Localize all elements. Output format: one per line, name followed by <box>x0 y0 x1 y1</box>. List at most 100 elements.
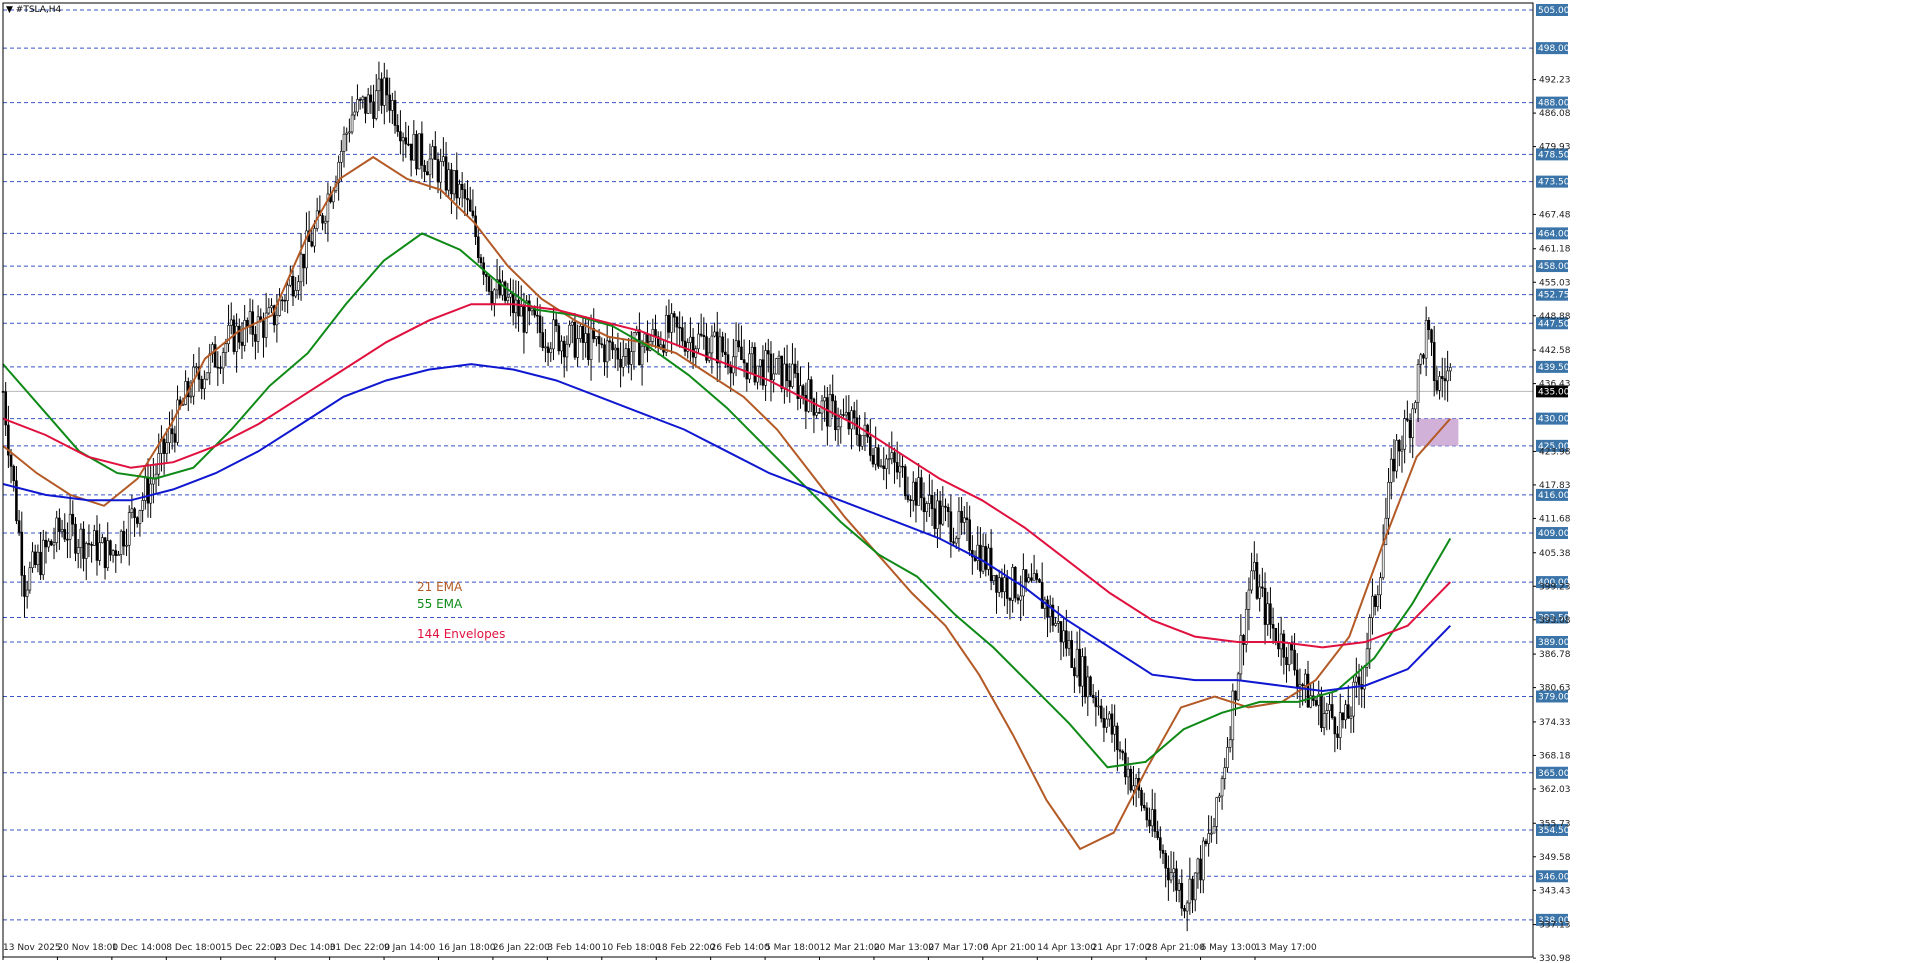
candle <box>1022 553 1025 616</box>
chart-canvas[interactable]: 505.00498.00488.00478.50473.50464.00458.… <box>0 0 1916 963</box>
candle <box>1167 855 1170 901</box>
candle-body <box>1172 868 1176 874</box>
candle-body <box>463 189 467 199</box>
candle <box>511 279 515 326</box>
candle-body <box>715 331 719 364</box>
candle <box>1185 900 1189 932</box>
candle <box>772 353 775 393</box>
candle-body <box>382 77 386 106</box>
candle-body <box>1121 750 1125 754</box>
candle-body <box>87 543 91 545</box>
candle <box>1266 591 1270 636</box>
candle-body <box>1191 878 1194 901</box>
candle-body <box>699 333 703 336</box>
candle-body <box>1379 577 1382 596</box>
candle <box>240 322 244 360</box>
candle-body <box>984 546 988 570</box>
candle <box>1416 359 1420 422</box>
candle-body <box>697 333 700 350</box>
candle-body <box>468 199 472 212</box>
candle <box>23 565 26 618</box>
candle <box>1177 879 1181 903</box>
candle <box>1121 749 1125 761</box>
candle <box>82 521 85 572</box>
y-tick-label: 355.73 <box>1539 819 1571 829</box>
candle <box>1086 665 1090 717</box>
candle-body <box>1140 789 1143 806</box>
candle-body <box>291 275 295 297</box>
candle <box>793 347 797 379</box>
candle <box>544 329 547 363</box>
candle-body <box>858 434 861 447</box>
candle-body <box>1030 577 1033 581</box>
candle-body <box>968 519 971 551</box>
candle-body <box>960 510 963 523</box>
candle-body <box>458 183 461 199</box>
candle-body <box>1199 858 1202 881</box>
candle-body <box>954 537 958 544</box>
candle-body <box>713 331 716 337</box>
candle <box>930 479 934 527</box>
candle-body <box>439 161 442 183</box>
candle-body <box>600 343 604 346</box>
candle-body <box>903 466 907 497</box>
candle-body <box>366 94 370 114</box>
candle-body <box>203 378 206 389</box>
candle <box>1118 741 1122 760</box>
candle-body <box>146 477 150 504</box>
candle <box>479 254 483 267</box>
candle <box>28 561 32 594</box>
candle-body <box>775 358 778 375</box>
candle-body <box>1000 577 1004 593</box>
candle <box>361 95 365 109</box>
candle-body <box>1218 795 1221 798</box>
candle <box>307 210 311 243</box>
candle <box>681 316 684 346</box>
candle <box>1397 439 1401 467</box>
candle-body <box>138 510 142 524</box>
candle <box>1430 328 1433 356</box>
y-tick-label: 448.88 <box>1539 312 1571 322</box>
candle <box>95 515 99 576</box>
candle <box>718 328 722 381</box>
candle <box>476 228 480 264</box>
candle <box>562 336 566 378</box>
y-tick-label: 467.48 <box>1539 210 1571 220</box>
candle <box>957 497 961 552</box>
candle <box>1070 630 1074 668</box>
candle <box>1199 845 1202 894</box>
candle <box>675 315 679 347</box>
candle <box>412 120 416 161</box>
candle-body <box>55 517 59 543</box>
candle <box>579 322 582 343</box>
candle-body <box>1078 648 1082 687</box>
y-tick-label: 455.03 <box>1539 278 1571 288</box>
candle-body <box>911 481 915 501</box>
candle <box>15 466 18 525</box>
candle-body <box>624 348 628 357</box>
candle-body <box>1102 718 1106 728</box>
candle <box>1065 609 1068 657</box>
candle <box>1287 642 1291 672</box>
candle <box>605 323 609 378</box>
candle-body <box>321 215 324 224</box>
candle-body <box>761 359 765 386</box>
candle <box>364 96 367 124</box>
candle <box>1427 317 1431 340</box>
candle-body <box>675 316 679 328</box>
candle-body <box>348 131 351 134</box>
candle <box>936 489 939 548</box>
candle-body <box>1118 749 1122 752</box>
level-label-4: 473.50 <box>1538 178 1570 188</box>
candle <box>1016 594 1020 605</box>
candle-body <box>213 344 217 368</box>
candle <box>1081 648 1084 707</box>
candle <box>1432 325 1436 397</box>
candle <box>1309 682 1312 709</box>
candle-body <box>141 500 144 511</box>
candle-body <box>20 531 24 576</box>
candle-body <box>1357 676 1361 685</box>
candle <box>1032 554 1036 581</box>
candle-body <box>632 332 636 352</box>
candle-body <box>584 333 587 343</box>
